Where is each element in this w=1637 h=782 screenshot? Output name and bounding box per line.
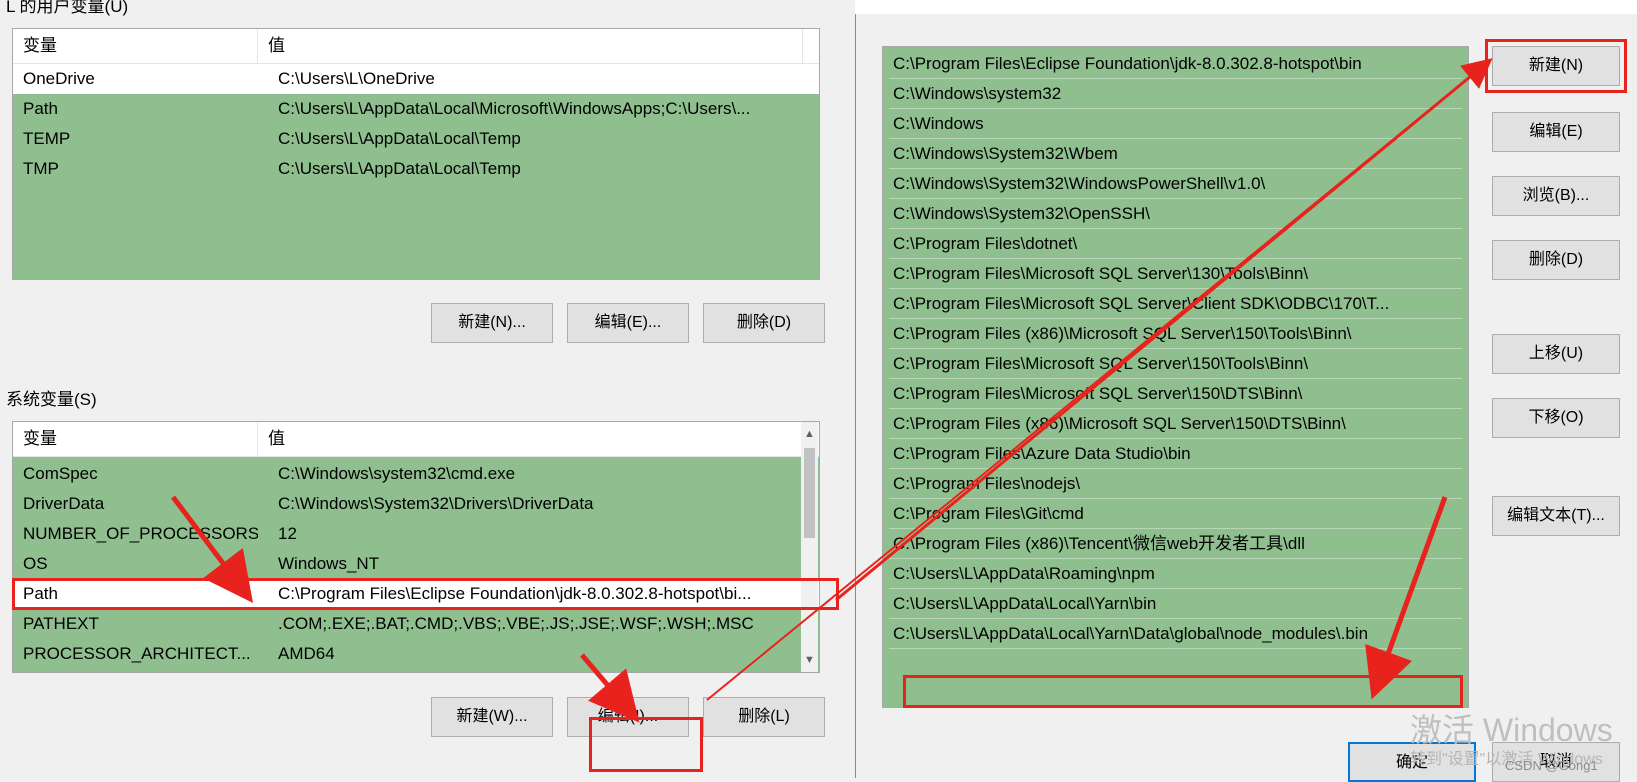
annotation-arrows <box>171 58 1493 723</box>
csdn-credit: CSDN @Gong1 <box>1505 758 1598 773</box>
arrow-to-empty-entry <box>1365 496 1448 700</box>
arrow-line-lower <box>706 61 1489 701</box>
arrow-to-path-row <box>171 495 254 603</box>
arrow-to-edit-button <box>580 653 640 723</box>
